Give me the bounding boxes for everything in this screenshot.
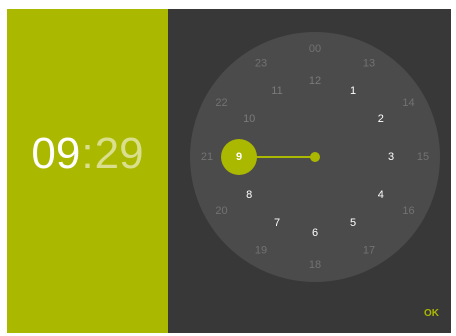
outer-hour-21[interactable]: 21 [201, 151, 213, 163]
inner-hour-11[interactable]: 11 [271, 85, 282, 97]
clock-area: 00 13 14 15 16 17 18 19 20 21 22 23 12 1 2 3 4 5 6 7 8 9 10 11 … [168, 9, 451, 333]
outer-hour-20[interactable]: 20 [215, 205, 227, 217]
outer-hour-13[interactable]: 13 [363, 58, 375, 70]
outer-hour-19[interactable]: 19 [255, 245, 267, 257]
inner-hour-5[interactable]: 5 [350, 217, 356, 229]
inner-hour-2[interactable]: 2 [378, 113, 384, 125]
inner-hour-12[interactable]: 12 [309, 75, 321, 87]
outer-hour-17[interactable]: 17 [363, 245, 375, 257]
outer-hour-18[interactable]: 18 [309, 259, 321, 271]
outer-hour-16[interactable]: 16 [402, 205, 414, 217]
time-separator: : [81, 129, 94, 178]
inner-hour-7[interactable]: 7 [274, 217, 280, 229]
inner-hour-10[interactable]: 10 [243, 113, 255, 125]
outer-hour-22[interactable]: 22 [215, 97, 227, 109]
outer-hour-15[interactable]: 15 [417, 151, 429, 163]
outer-hour-23[interactable]: 23 [255, 58, 267, 70]
inner-hour-1[interactable]: 1 [350, 85, 356, 97]
outer-hour-00[interactable]: 00 [309, 43, 321, 55]
inner-hour-3[interactable]: 3 [388, 151, 394, 163]
time-header: 09:29 [7, 9, 168, 333]
minutes-display[interactable]: 29 [95, 129, 144, 179]
ok-button[interactable]: OK [424, 308, 439, 319]
time-picker-dialog: 09:29 00 13 14 15 16 17 18 19 20 21 22 23 12 1 2 3 4 5 6 7 8… [7, 9, 451, 333]
clock-face[interactable]: 001314151617181920212223121234567891011 [168, 9, 451, 333]
hours-display[interactable]: 09 [31, 129, 80, 179]
inner-hour-9[interactable]: 9 [236, 151, 242, 163]
inner-hour-6[interactable]: 6 [312, 227, 318, 239]
outer-hour-14[interactable]: 14 [402, 97, 414, 109]
inner-hour-4[interactable]: 4 [378, 189, 384, 201]
clock-center-dot [310, 152, 320, 162]
inner-hour-8[interactable]: 8 [246, 189, 252, 201]
time-display: 09:29 [7, 129, 168, 179]
